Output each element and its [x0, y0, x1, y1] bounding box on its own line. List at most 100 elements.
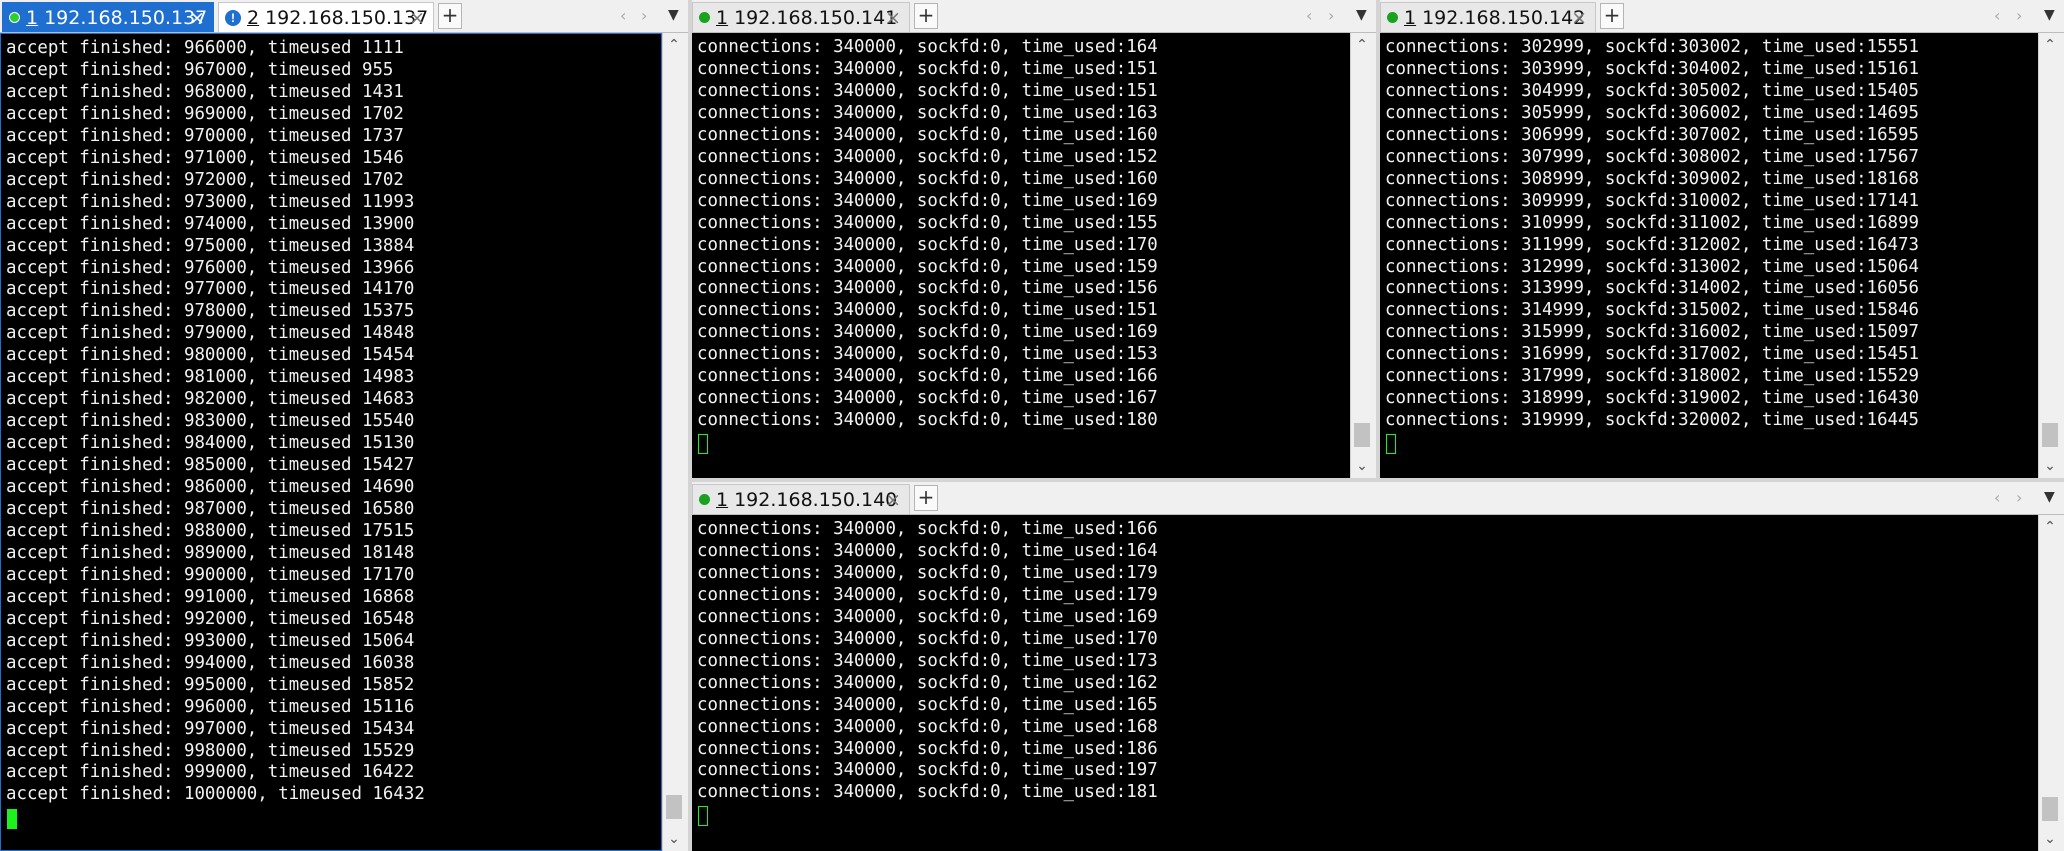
chevron-left-icon[interactable]: ‹ [1994, 488, 2000, 507]
terminal-line: accept finished: 991000, timeused 16868 [6, 586, 415, 607]
tab-session-1[interactable]: 1 192.168.150.141 × [692, 2, 910, 32]
chevron-right-icon[interactable]: › [2016, 6, 2022, 25]
terminal-line: connections: 319999, sockfd:320002, time… [1385, 410, 1919, 431]
tab-host: 192.168.150.142 [1422, 6, 1586, 29]
chevron-left-icon[interactable]: ‹ [1306, 6, 1312, 25]
tab-menu-icon[interactable]: ▼ [1356, 7, 1367, 23]
terminal-line: connections: 309999, sockfd:310002, time… [1385, 190, 1919, 211]
scroll-up-icon[interactable]: ⌃ [1351, 37, 1373, 53]
terminal-line: accept finished: 997000, timeused 15434 [6, 718, 415, 739]
scroll-down-icon[interactable]: ⌄ [2039, 458, 2061, 474]
chevron-right-icon[interactable]: › [1328, 6, 1334, 25]
terminal-line: connections: 340000, sockfd:0, time_used… [697, 300, 1158, 321]
add-tab-button[interactable]: + [914, 485, 938, 511]
terminal-line: connections: 340000, sockfd:0, time_used… [697, 519, 1158, 539]
terminal-line: connections: 340000, sockfd:0, time_used… [697, 650, 1158, 671]
terminal-output[interactable]: connections: 302999, sockfd:303002, time… [1380, 33, 2038, 478]
terminal-cursor [7, 809, 17, 829]
terminal-line: accept finished: 974000, timeused 13900 [6, 213, 415, 234]
terminal-line: connections: 340000, sockfd:0, time_used… [697, 366, 1158, 387]
add-tab-button[interactable]: + [438, 3, 462, 29]
close-tab-icon[interactable]: × [885, 7, 901, 29]
terminal-line: accept finished: 993000, timeused 15064 [6, 630, 415, 651]
terminal-line: connections: 314999, sockfd:315002, time… [1385, 300, 1919, 321]
terminal-line: connections: 340000, sockfd:0, time_used… [697, 782, 1158, 803]
terminal-line: accept finished: 969000, timeused 1702 [6, 103, 404, 124]
tab-bar: 1 192.168.150.142 × + ‹ › ▼ [1380, 0, 2064, 33]
chevron-right-icon[interactable]: › [641, 6, 647, 25]
close-tab-icon[interactable]: × [189, 7, 205, 29]
terminal-line: accept finished: 990000, timeused 17170 [6, 564, 415, 585]
terminal-line: accept finished: 1000000, timeused 16432 [6, 784, 425, 805]
terminal-cursor [1386, 434, 1396, 454]
terminal-line: connections: 304999, sockfd:305002, time… [1385, 80, 1919, 101]
tab-session-2[interactable]: ! 2 192.168.150.137 × [218, 2, 434, 32]
tab-number: 1 [716, 488, 729, 511]
chevron-left-icon[interactable]: ‹ [1994, 6, 2000, 25]
terminal-line: accept finished: 985000, timeused 15427 [6, 455, 415, 476]
terminal-line: accept finished: 975000, timeused 13884 [6, 235, 415, 256]
terminal-line: connections: 305999, sockfd:306002, time… [1385, 102, 1919, 123]
close-tab-icon[interactable]: × [1571, 7, 1587, 29]
scroll-down-icon[interactable]: ⌄ [2039, 831, 2061, 847]
scrollbar-thumb[interactable] [1354, 423, 1370, 447]
vertical-scrollbar[interactable]: ⌃ ⌄ [2038, 33, 2060, 478]
add-tab-button[interactable]: + [914, 3, 938, 29]
terminal-line: accept finished: 995000, timeused 15852 [6, 674, 415, 695]
terminal-line: accept finished: 978000, timeused 15375 [6, 301, 415, 322]
terminal-line: connections: 340000, sockfd:0, time_used… [697, 80, 1158, 101]
tab-session-1[interactable]: 1 192.168.150.140 × [692, 484, 910, 514]
terminal-line: accept finished: 980000, timeused 15454 [6, 345, 415, 366]
terminal-line: connections: 308999, sockfd:309002, time… [1385, 168, 1919, 189]
terminal-line: connections: 340000, sockfd:0, time_used… [697, 212, 1158, 233]
scroll-down-icon[interactable]: ⌄ [663, 831, 685, 847]
terminal-line: connections: 340000, sockfd:0, time_used… [697, 234, 1158, 255]
terminal-line: accept finished: 987000, timeused 16580 [6, 499, 415, 520]
scrollbar-thumb[interactable] [2042, 423, 2058, 447]
terminal-cursor [698, 806, 708, 826]
terminal-output[interactable]: connections: 340000, sockfd:0, time_used… [692, 515, 2038, 851]
terminal-line: connections: 310999, sockfd:311002, time… [1385, 212, 1919, 233]
scrollbar-thumb[interactable] [666, 795, 682, 819]
vertical-scrollbar[interactable]: ⌃ ⌄ [662, 33, 684, 851]
terminal-line: connections: 311999, sockfd:312002, time… [1385, 234, 1919, 255]
terminal-line: connections: 303999, sockfd:304002, time… [1385, 58, 1919, 79]
terminal-line: connections: 340000, sockfd:0, time_used… [697, 628, 1158, 649]
scroll-up-icon[interactable]: ⌃ [663, 37, 685, 53]
scrollbar-thumb[interactable] [2042, 797, 2058, 821]
terminal-lines: connections: 302999, sockfd:303002, time… [1385, 37, 1919, 432]
close-tab-icon[interactable]: × [885, 489, 901, 511]
tab-host: 192.168.150.137 [265, 6, 429, 29]
terminal-line: connections: 340000, sockfd:0, time_used… [697, 124, 1158, 145]
tab-menu-icon[interactable]: ▼ [668, 7, 679, 23]
terminal-line: connections: 340000, sockfd:0, time_used… [697, 738, 1158, 759]
terminal-line: connections: 340000, sockfd:0, time_used… [697, 190, 1158, 211]
vertical-scrollbar[interactable]: ⌃ ⌄ [1350, 33, 1372, 478]
terminal-line: connections: 340000, sockfd:0, time_used… [697, 562, 1158, 583]
scroll-up-icon[interactable]: ⌃ [2039, 37, 2061, 53]
terminal-line: connections: 340000, sockfd:0, time_used… [697, 606, 1158, 627]
terminal-line: connections: 340000, sockfd:0, time_used… [697, 584, 1158, 605]
tab-bar: 1 192.168.150.140 × + ‹ › ▼ [692, 482, 2064, 515]
session-pane-top-middle: 1 192.168.150.141 × + ‹ › ▼ connections:… [692, 0, 1376, 478]
add-tab-button[interactable]: + [1600, 3, 1624, 29]
chevron-left-icon[interactable]: ‹ [620, 6, 626, 25]
tab-menu-icon[interactable]: ▼ [2044, 489, 2055, 505]
session-pane-bottom: 1 192.168.150.140 × + ‹ › ▼ connections:… [692, 482, 2064, 851]
scroll-up-icon[interactable]: ⌃ [2039, 519, 2061, 535]
terminal-line: accept finished: 967000, timeused 955 [6, 59, 394, 80]
terminal-output[interactable]: accept finished: 966000, timeused 1111 ac… [0, 33, 662, 851]
tab-session-1[interactable]: 1 192.168.150.137 × [2, 2, 214, 32]
close-tab-icon[interactable]: × [409, 7, 425, 29]
tab-menu-icon[interactable]: ▼ [2044, 7, 2055, 23]
connected-status-icon [1387, 12, 1398, 23]
chevron-right-icon[interactable]: › [2016, 488, 2022, 507]
connected-status-icon [9, 12, 20, 23]
tab-session-1[interactable]: 1 192.168.150.142 × [1380, 2, 1596, 32]
terminal-line: accept finished: 994000, timeused 16038 [6, 652, 415, 673]
scroll-down-icon[interactable]: ⌄ [1351, 458, 1373, 474]
terminal-line: connections: 306999, sockfd:307002, time… [1385, 124, 1919, 145]
vertical-scrollbar[interactable]: ⌃ ⌄ [2038, 515, 2060, 851]
terminal-output[interactable]: connections: 340000, sockfd:0, time_used… [692, 33, 1350, 478]
terminal-lines: connections: 340000, sockfd:0, time_used… [697, 519, 1158, 804]
